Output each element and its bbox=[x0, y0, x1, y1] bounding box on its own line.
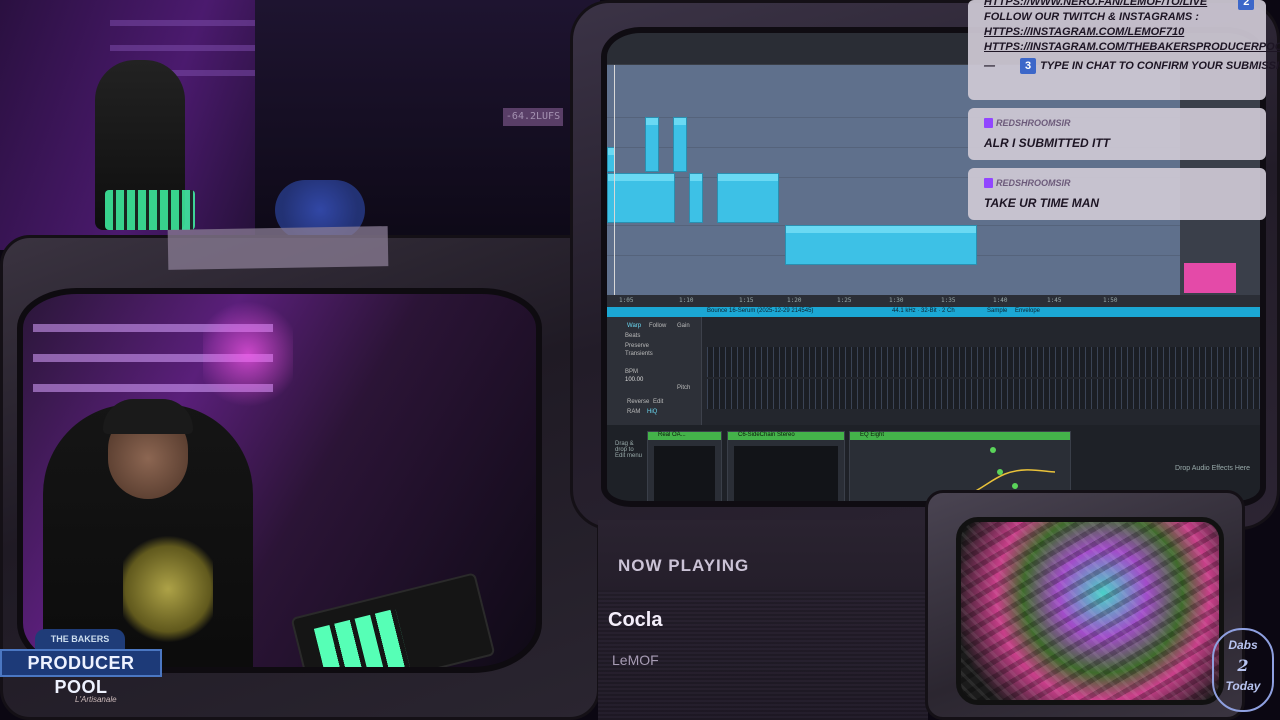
shelf bbox=[110, 20, 260, 26]
waveform-left[interactable] bbox=[707, 347, 1260, 377]
time-tick: 1:25 bbox=[837, 297, 852, 304]
audio-clip[interactable] bbox=[607, 173, 675, 223]
visualizer-tv-frame bbox=[925, 490, 1245, 720]
reverse-button[interactable]: Reverse bbox=[627, 399, 649, 405]
warp-toggle[interactable]: Warp bbox=[627, 323, 641, 329]
bpm-label: BPM bbox=[625, 369, 639, 375]
tape-strip bbox=[167, 226, 389, 270]
audio-clip[interactable] bbox=[689, 173, 703, 223]
mpc-pads bbox=[313, 608, 410, 667]
chat-message: REDSHROOMSIR ALR I SUBMITTED ITT bbox=[968, 108, 1266, 160]
twitch-icon bbox=[984, 118, 993, 128]
webcam-screen bbox=[17, 288, 542, 673]
dash: — bbox=[984, 60, 995, 72]
chat-username: REDSHROOMSIR bbox=[996, 178, 1071, 188]
number-badge: 3 bbox=[1020, 58, 1037, 74]
pinned-line-1: FOLLOW OUR TWITCH & INSTAGRAMS : bbox=[984, 11, 1199, 23]
confirm-instruction: TYPE IN CHAT TO CONFIRM YOUR SUBMISSION bbox=[1040, 60, 1280, 72]
pinned-line-0: HTTPS://WWW.NERO.FAN/LEMOF/TO/LIVE 2 bbox=[984, 0, 1258, 10]
chat-text: ALR I SUBMITTED ITT bbox=[984, 136, 1110, 150]
audio-clip[interactable] bbox=[645, 117, 659, 172]
twitch-icon bbox=[984, 178, 993, 188]
track-tag-reverb[interactable] bbox=[1184, 263, 1236, 273]
edit-button[interactable]: Edit bbox=[653, 399, 663, 405]
time-tick: 1:20 bbox=[787, 297, 802, 304]
waveform-right[interactable] bbox=[707, 379, 1260, 409]
chat-message: REDSHROOMSIR TAKE UR TIME MAN bbox=[968, 168, 1266, 220]
time-tick: 1:30 bbox=[889, 297, 904, 304]
device-title: C6-SideChain Stereo bbox=[738, 432, 795, 438]
drag-hint: Drag & drop to Edit menu bbox=[615, 441, 643, 459]
warp-mode[interactable]: Beats bbox=[625, 333, 640, 339]
device-sidechain[interactable]: C6-SideChain Stereo bbox=[727, 431, 845, 501]
pitch-label: Pitch bbox=[677, 385, 691, 391]
streamer-cap bbox=[103, 399, 193, 434]
transients-select[interactable]: Transients bbox=[625, 351, 653, 357]
track-title: Cocla bbox=[608, 609, 663, 631]
device-real-oa[interactable]: Real OA... bbox=[647, 431, 722, 501]
badge-count: 2 bbox=[1237, 656, 1249, 675]
follow-toggle[interactable]: Follow bbox=[649, 323, 666, 329]
visualizer-noise bbox=[961, 522, 1219, 700]
track-tag-delay[interactable] bbox=[1184, 273, 1236, 283]
tab-sample[interactable]: Sample bbox=[987, 308, 1007, 314]
clip-name: Bounce 16-Serum (2025-12-29 214545) bbox=[707, 308, 814, 314]
clip-properties: Warp Follow Gain Beats Preserve Transien… bbox=[607, 317, 702, 425]
time-tick: 1:05 bbox=[619, 297, 634, 304]
time-tick: 1:40 bbox=[993, 297, 1008, 304]
producer-pool-logo: THE BAKERS PRODUCER POOL L'Artisanale bbox=[0, 629, 170, 715]
playhead[interactable] bbox=[614, 65, 615, 295]
time-tick: 1:15 bbox=[739, 297, 754, 304]
brand-signature: L'Artisanale bbox=[75, 695, 117, 704]
device-title: Real OA... bbox=[658, 432, 686, 438]
track-tag-main[interactable] bbox=[1184, 283, 1236, 293]
mpc-controller bbox=[290, 572, 496, 667]
clip-view: Bounce 16-Serum (2025-12-29 214545) 44.1… bbox=[607, 307, 1260, 425]
drop-effects-hint: Drop Audio Effects Here bbox=[1175, 465, 1250, 472]
badge-bottom-text: Today bbox=[1225, 679, 1261, 693]
clip-header: Bounce 16-Serum (2025-12-29 214545) 44.1… bbox=[607, 307, 1260, 317]
visualizer-screen bbox=[956, 517, 1224, 705]
time-tick: 1:10 bbox=[679, 297, 694, 304]
drum-pad-controller bbox=[105, 190, 195, 230]
pinned-message: HTTPS://WWW.NERO.FAN/LEMOF/TO/LIVE 2 FOL… bbox=[968, 0, 1280, 100]
time-tick: 1:50 bbox=[1103, 297, 1118, 304]
shirt-graphic bbox=[123, 534, 213, 644]
brand-main-text: PRODUCER POOL bbox=[0, 649, 162, 697]
clip-info: 44.1 kHz · 32-Bit · 2 Ch bbox=[892, 308, 955, 314]
time-tick: 1:35 bbox=[941, 297, 956, 304]
device-title: EQ Eight bbox=[860, 432, 885, 438]
audio-clip[interactable] bbox=[717, 173, 779, 223]
gain-label: Gain bbox=[677, 323, 690, 329]
number-badge: 2 bbox=[1238, 0, 1255, 10]
instagram-link-bakers[interactable]: HTTPS://INSTAGRAM.COM/THEBAKERSPRODUCERP… bbox=[984, 41, 1280, 53]
chat-username: REDSHROOMSIR bbox=[996, 118, 1071, 128]
shelf bbox=[110, 45, 260, 51]
audio-clip[interactable] bbox=[673, 117, 687, 172]
hiq-toggle[interactable]: HiQ bbox=[647, 409, 657, 415]
now-playing-label: NOW PLAYING bbox=[618, 556, 750, 575]
lufs-meter: -64.2LUFS bbox=[503, 108, 563, 126]
time-ruler: 1:05 1:10 1:15 1:20 1:25 1:30 1:35 1:40 … bbox=[607, 295, 1260, 307]
badge-top-text: Dabs bbox=[1228, 638, 1258, 652]
bpm-value[interactable]: 100.00 bbox=[625, 377, 643, 383]
dabs-today-badge: Dabs 2 Today bbox=[1212, 628, 1274, 712]
audio-clip[interactable] bbox=[785, 225, 977, 265]
time-tick: 1:45 bbox=[1047, 297, 1062, 304]
instagram-link-lemof[interactable]: HTTPS://INSTAGRAM.COM/LEMOF710 bbox=[984, 26, 1184, 38]
now-playing-panel: NOW PLAYING Cocla LeMOF bbox=[598, 520, 928, 720]
brand-top-text: THE BAKERS bbox=[35, 629, 125, 649]
preserve-label: Preserve bbox=[625, 343, 650, 349]
live-link[interactable]: HTTPS://WWW.NERO.FAN/LEMOF/TO/LIVE bbox=[984, 0, 1207, 8]
neon-light bbox=[203, 294, 293, 414]
track-artist: LeMOF bbox=[612, 652, 659, 668]
ram-toggle[interactable]: RAM bbox=[627, 409, 640, 415]
chat-text: TAKE UR TIME MAN bbox=[984, 196, 1100, 210]
tab-envelope[interactable]: Envelope bbox=[1015, 308, 1040, 314]
pinned-line-4: — 3 TYPE IN CHAT TO CONFIRM YOUR SUBMISSI… bbox=[984, 58, 1280, 74]
